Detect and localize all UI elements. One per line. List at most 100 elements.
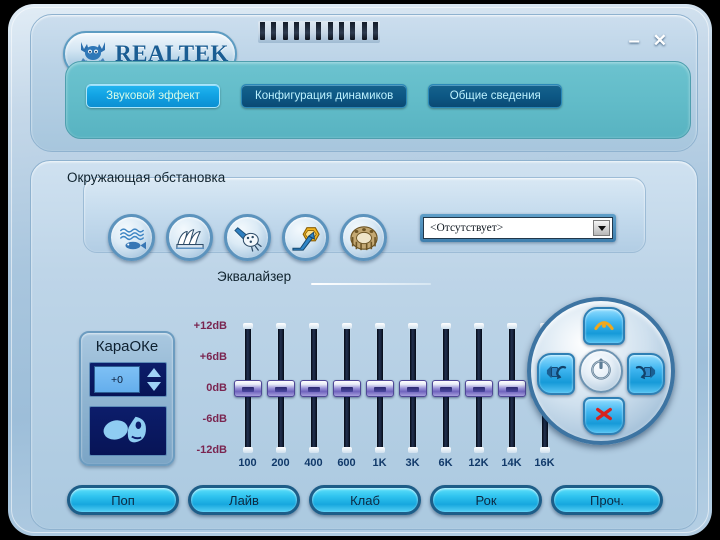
preset-live-button[interactable]: Лайв — [188, 485, 300, 515]
environment-underwater-button[interactable] — [108, 214, 155, 261]
tab-general-information[interactable]: Общие сведения — [428, 84, 563, 108]
equalizer-band-label: 100 — [238, 457, 257, 469]
preset-rock-button[interactable]: Рок — [430, 485, 542, 515]
speaker-test-dpad — [527, 297, 675, 445]
equalizer-slider-1k[interactable] — [365, 323, 394, 453]
slider-thumb[interactable] — [332, 380, 361, 397]
triangle-up-icon[interactable] — [146, 368, 161, 378]
slider-cap-top — [341, 323, 352, 329]
power-icon — [588, 356, 614, 387]
karaoke-panel: КараОКе +0 — [79, 331, 175, 466]
karaoke-pitch-value[interactable]: +0 — [94, 366, 140, 393]
slider-thumb[interactable] — [266, 380, 295, 397]
ceiling-speaker-icon — [592, 315, 616, 338]
equalizer-band-label: 16K — [534, 457, 555, 469]
piano-keys-decoration — [258, 21, 380, 43]
equalizer-band-label: 200 — [271, 457, 290, 469]
slider-cap-top — [440, 323, 451, 329]
slider-cap-top — [275, 323, 286, 329]
equalizer-band-label: 12K — [468, 457, 489, 469]
slider-thumb[interactable] — [464, 380, 493, 397]
equalizer-band: 6K — [429, 323, 462, 469]
speaker-left-icon — [544, 362, 568, 387]
equalizer-sliders: 100 200 400 600 1K 3K 6K 12K 14K 16K — [231, 323, 561, 469]
slider-cap-bottom — [242, 447, 253, 453]
tab-bar: Звуковой эффект Конфигурация динамиков О… — [86, 84, 563, 108]
slider-cap-top — [242, 323, 253, 329]
dpad-power-button[interactable] — [579, 349, 623, 393]
piano-key — [260, 22, 265, 40]
environment-opera-house-button[interactable] — [166, 214, 213, 261]
equalizer-slider-6k[interactable] — [431, 323, 460, 453]
environment-select-value: <Отсутствует> — [430, 222, 504, 234]
equalizer-slider-600[interactable] — [332, 323, 361, 453]
equalizer-slider-400[interactable] — [299, 323, 328, 453]
piano-key — [305, 22, 311, 40]
close-button[interactable]: ✕ — [653, 32, 667, 49]
chevron-down-icon[interactable] — [593, 220, 610, 236]
underwater-fish-icon — [116, 224, 148, 252]
slider-thumb[interactable] — [299, 380, 328, 397]
piano-key — [361, 22, 367, 40]
slider-thumb[interactable] — [497, 380, 526, 397]
environment-coliseum-button[interactable] — [340, 214, 387, 261]
mute-x-icon — [593, 405, 615, 428]
environment-bathroom-button[interactable] — [224, 214, 271, 261]
equalizer-scale: +12dB +6dB 0dB -6dB -12dB — [179, 320, 227, 456]
equalizer-slider-12k[interactable] — [464, 323, 493, 453]
equalizer-slider-200[interactable] — [266, 323, 295, 453]
slider-cap-top — [308, 323, 319, 329]
karaoke-vocal-cancel-button[interactable] — [89, 406, 167, 456]
equalizer-band-label: 400 — [304, 457, 323, 469]
triangle-down-icon[interactable] — [146, 381, 161, 391]
slider-cap-bottom — [506, 447, 517, 453]
environment-arena-button[interactable] — [282, 214, 329, 261]
equalizer-scale-label: +12dB — [193, 320, 227, 332]
environment-preset-icons — [108, 214, 387, 261]
slider-cap-bottom — [341, 447, 352, 453]
piano-key — [350, 22, 356, 40]
slider-thumb[interactable] — [431, 380, 460, 397]
dpad-left-button[interactable] — [537, 353, 575, 395]
slider-cap-bottom — [407, 447, 418, 453]
equalizer-band: 1K — [363, 323, 396, 469]
preset-club-button[interactable]: Клаб — [309, 485, 421, 515]
vocal-cancel-icon — [99, 412, 157, 451]
preset-other-button[interactable]: Проч. — [551, 485, 663, 515]
speaker-right-icon — [634, 362, 658, 387]
slider-cap-top — [506, 323, 517, 329]
slider-cap-bottom — [308, 447, 319, 453]
environment-select[interactable]: <Отсутствует> — [423, 217, 613, 239]
equalizer-band: 100 — [231, 323, 264, 469]
dpad-down-button[interactable] — [583, 397, 625, 435]
piano-key — [271, 22, 277, 40]
slider-cap-bottom — [473, 447, 484, 453]
bathroom-shower-icon — [232, 224, 264, 252]
preset-pop-button[interactable]: Поп — [67, 485, 179, 515]
slider-cap-bottom — [275, 447, 286, 453]
karaoke-pitch-arrows — [145, 366, 162, 393]
eq-preset-buttons: Поп Лайв Клаб Рок Проч. — [67, 485, 663, 515]
dpad-right-button[interactable] — [627, 353, 665, 395]
equalizer-band: 200 — [264, 323, 297, 469]
slider-thumb[interactable] — [365, 380, 394, 397]
equalizer-scale-label: 0dB — [206, 382, 227, 394]
equalizer-group-title: Эквалайзер — [217, 269, 292, 284]
equalizer-band: 600 — [330, 323, 363, 469]
dpad-up-button[interactable] — [583, 307, 625, 345]
minimize-button[interactable]: – — [629, 31, 640, 51]
equalizer-band: 14K — [495, 323, 528, 469]
slider-thumb[interactable] — [233, 380, 262, 397]
slider-thumb[interactable] — [398, 380, 427, 397]
equalizer-title-rule — [311, 283, 431, 285]
equalizer-area: +12dB +6dB 0dB -6dB -12dB 100 200 400 60… — [179, 320, 579, 474]
equalizer-slider-100[interactable] — [233, 323, 262, 453]
karaoke-pitch-stepper: +0 — [89, 362, 167, 397]
tab-speaker-configuration[interactable]: Конфигурация динамиков — [241, 84, 408, 108]
equalizer-slider-14k[interactable] — [497, 323, 526, 453]
window-shell: REALTEK – ✕ Звуковой эффект Конфигурация… — [8, 4, 712, 536]
slider-cap-top — [473, 323, 484, 329]
equalizer-slider-3k[interactable] — [398, 323, 427, 453]
coliseum-icon — [348, 224, 380, 252]
tab-sound-effect[interactable]: Звуковой эффект — [86, 84, 220, 108]
